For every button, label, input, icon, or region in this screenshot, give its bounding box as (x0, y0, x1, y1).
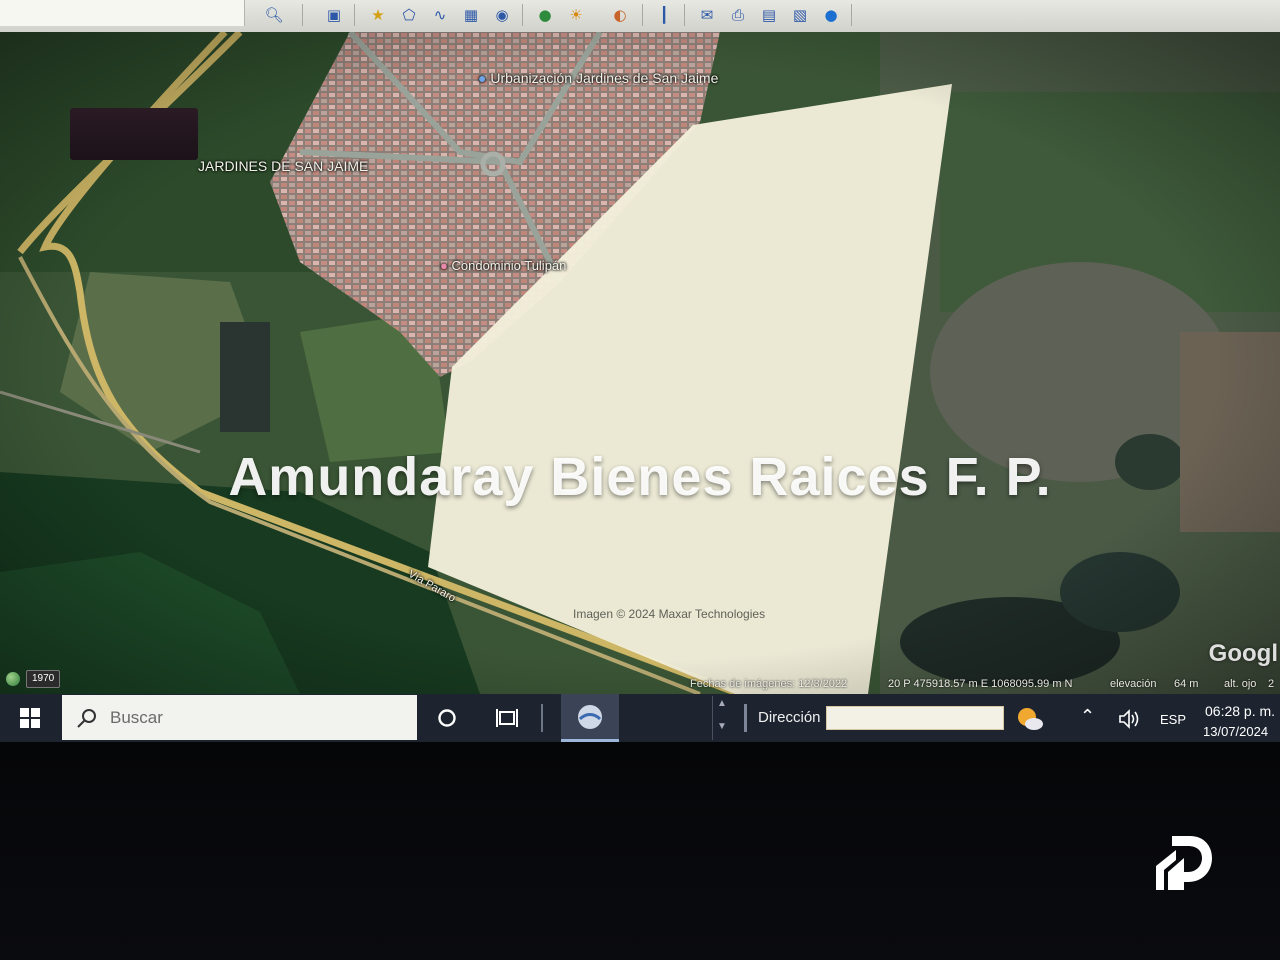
weather-icon[interactable] (1016, 706, 1043, 732)
eye-altitude-label: alt. ojo (1224, 678, 1257, 690)
chevron-up-icon[interactable]: ▲ (713, 698, 731, 709)
label-jardines: JARDINES DE SAN JAIME (198, 158, 369, 174)
placemark-condominio[interactable]: ● Condominio Tulipán (440, 258, 566, 273)
placemark-label: Condominio Tulipán (451, 258, 567, 273)
chevron-up-icon[interactable]: ⌃ (1080, 706, 1095, 727)
eye-altitude-value: 2 (1268, 678, 1275, 690)
google-earth-icon (578, 704, 602, 729)
planet-icon[interactable]: ◐ (608, 3, 632, 27)
toolbar-separator (302, 4, 303, 26)
bezel-sticker (70, 108, 198, 160)
map-icon[interactable]: ▧ (788, 3, 812, 27)
earth-icon[interactable]: ● (533, 3, 557, 27)
windows-logo-icon (20, 708, 40, 728)
tour-icon[interactable]: ◉ (490, 3, 514, 27)
globe-icon[interactable]: ● (819, 3, 843, 27)
ruler-icon[interactable]: ┃ (652, 3, 676, 27)
google-earth-taskbar-app[interactable] (561, 694, 619, 742)
placemark-label: Urbanización Jardines de San Jaime (490, 70, 719, 86)
elevation-label: elevación (1110, 678, 1157, 690)
coordinates-readout: 20 P 475918.57 m E 1068095.99 m N (888, 678, 1073, 690)
overlay-icon[interactable]: ▦ (459, 3, 483, 27)
save-image-icon[interactable]: ▤ (757, 3, 781, 27)
email-icon[interactable]: ✉ (695, 3, 719, 27)
location-pin-icon: ● (478, 70, 487, 86)
image-date: Fechas de imágenes: 12/3/2022 (690, 678, 848, 690)
print-icon[interactable]: ⎙ (726, 3, 750, 27)
historical-imagery-icon[interactable] (6, 672, 20, 686)
earth-toolbar: 🔍︎ ▣ ★ ⬠ ∿ ▦ ◉ ● ☀ ◐ ┃ ✉ ⎙ ▤ ▧ ● (0, 0, 1280, 33)
toolbar-separator (684, 4, 685, 26)
sidebar-icon[interactable]: ▣ (322, 3, 346, 27)
search-icon[interactable]: 🔍︎ (262, 3, 286, 27)
toolbar-grip[interactable] (744, 704, 747, 732)
placemark-urbanizacion[interactable]: ● Urbanización Jardines de San Jaime (478, 70, 718, 86)
clock-time[interactable]: 06:28 p. m. (1205, 703, 1275, 719)
map-status-bar: 1970 Fechas de imágenes: 12/3/2022 20 P … (0, 670, 1280, 694)
polygon-icon[interactable]: ⬠ (397, 3, 421, 27)
volume-icon[interactable] (1118, 708, 1142, 730)
task-view-icon[interactable] (490, 694, 524, 742)
chevron-down-icon[interactable]: ▼ (713, 721, 731, 732)
location-pin-icon: ● (440, 258, 448, 273)
toolbar-search-field[interactable] (0, 0, 245, 26)
toolbar-separator (642, 4, 643, 26)
address-input[interactable] (826, 706, 1004, 730)
start-button[interactable] (0, 694, 60, 742)
toolbar-separator (522, 4, 523, 26)
sun-icon[interactable]: ☀ (564, 3, 588, 27)
app-logo-icon (1156, 836, 1212, 890)
path-icon[interactable]: ∿ (428, 3, 452, 27)
toolbar-separator (851, 4, 852, 26)
year-badge[interactable]: 1970 (26, 670, 61, 688)
google-logo: Googl (1208, 640, 1278, 667)
address-label: Dirección (758, 709, 821, 726)
elevation-value: 64 m (1174, 678, 1199, 690)
watermark-text: Amundaray Bienes Raices F. P. (228, 447, 1052, 507)
taskbar-search-box[interactable]: Buscar (62, 695, 417, 740)
taskbar-scroll[interactable]: ▲ ▼ (712, 696, 731, 740)
cortana-icon[interactable] (430, 694, 464, 742)
toolbar-separator (354, 4, 355, 26)
clock-date[interactable]: 13/07/2024 (1203, 724, 1268, 739)
monitor-bezel (0, 742, 1280, 960)
search-icon (77, 708, 96, 728)
search-placeholder: Buscar (110, 707, 163, 727)
imagery-credit: Imagen © 2024 Maxar Technologies (573, 607, 766, 621)
windows-taskbar: Buscar ▲ ▼ Dirección ⌃ ESP 06:28 p. m. 1… (0, 694, 1280, 742)
taskbar-separator (541, 704, 543, 732)
language-indicator[interactable]: ESP (1160, 712, 1186, 727)
placemark-icon[interactable]: ★ (366, 3, 390, 27)
